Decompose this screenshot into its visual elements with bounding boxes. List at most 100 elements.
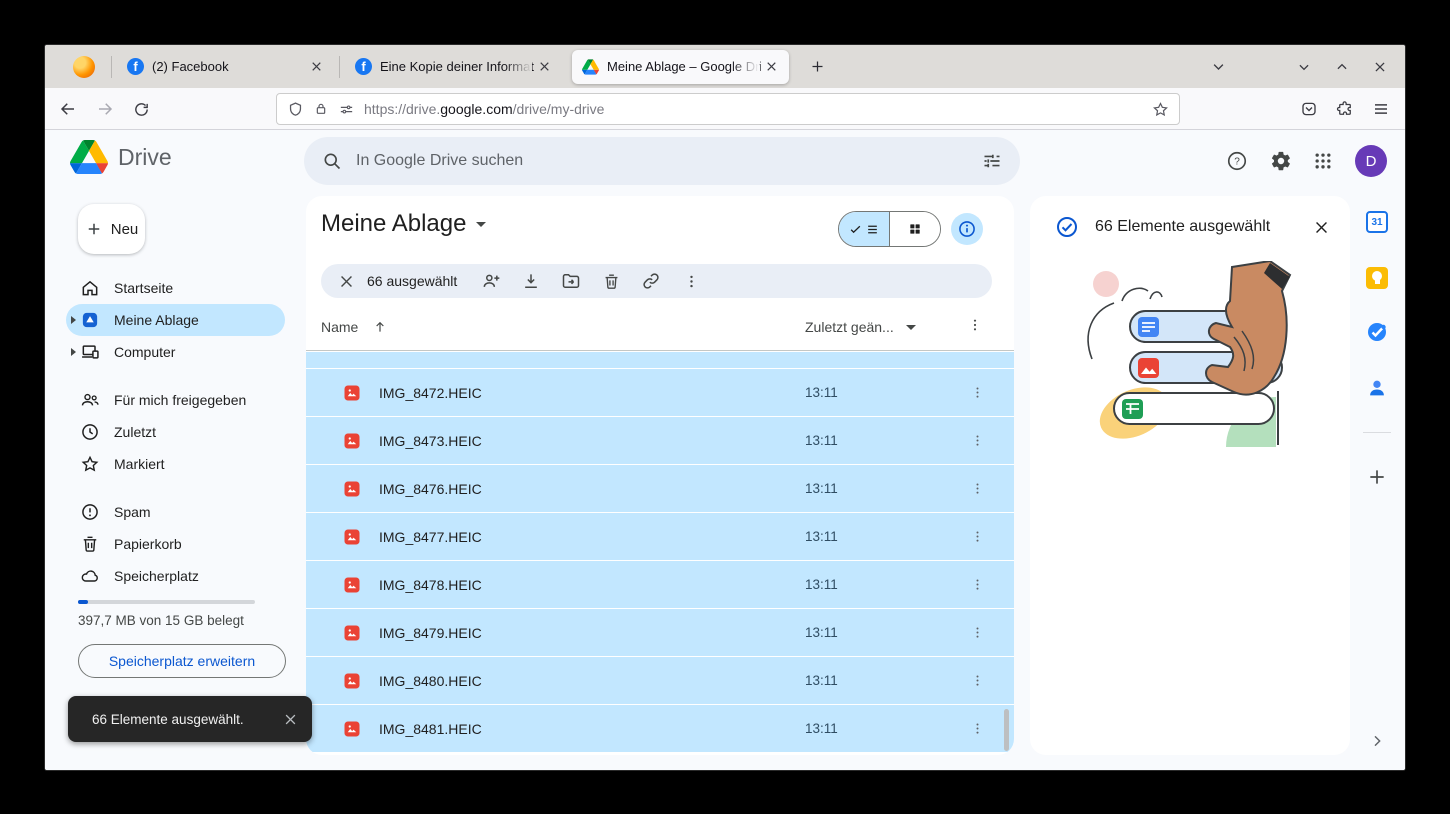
row-more-options-icon[interactable] [967,382,987,402]
share-add-person-icon[interactable] [471,266,511,296]
file-row[interactable]: IMG_8473.HEIC 13:11 [306,416,1014,464]
new-tab-button[interactable] [802,52,832,82]
move-to-folder-icon[interactable] [551,266,591,296]
close-tab-icon[interactable] [306,57,326,77]
column-name[interactable]: Name [321,319,358,335]
help-icon[interactable]: ? [1221,145,1253,177]
pocket-icon[interactable] [1295,95,1323,123]
tracking-shield-icon[interactable] [287,101,304,118]
search-icon[interactable] [322,151,342,171]
row-more-options-icon[interactable] [967,622,987,642]
lock-icon[interactable] [313,101,329,117]
file-row[interactable]: IMG_8478.HEIC 13:11 [306,560,1014,608]
close-window-icon[interactable] [1369,56,1391,78]
sidebar-item-fuer-mich-freigegeben[interactable]: Für mich freigegeben [66,384,285,416]
view-toggle [838,211,941,247]
list-scrollbar-thumb[interactable] [1004,709,1009,751]
column-settings-icon[interactable] [967,317,983,336]
sidebar-item-startseite[interactable]: Startseite [66,272,285,304]
copy-link-icon[interactable] [631,266,671,296]
url-bar[interactable]: https://drive.google.com/drive/my-drive [276,93,1180,125]
drive-search-bar[interactable] [304,137,1020,185]
sidebar-item-spam[interactable]: Spam [66,496,285,528]
firefox-icon[interactable] [73,56,95,78]
tab-separator [339,56,340,78]
file-row[interactable]: IMG_8481.HEIC 13:11 [306,704,1014,752]
add-addon-plus-icon[interactable] [1364,464,1390,490]
file-row[interactable]: IMG_8476.HEIC 13:11 [306,464,1014,512]
bookmark-star-icon[interactable] [1152,101,1169,118]
file-row[interactable]: IMG_8480.HEIC 13:11 [306,656,1014,704]
permissions-icon[interactable] [338,101,355,118]
drive-logo[interactable]: Drive [70,140,172,174]
list-all-tabs-icon[interactable] [1207,56,1229,78]
file-row[interactable]: IMG_8472.HEIC 13:11 [306,368,1014,416]
row-more-options-icon[interactable] [967,670,987,690]
back-icon[interactable] [54,95,82,123]
toast-close-icon[interactable] [283,712,298,727]
sidebar-item-markiert[interactable]: Markiert [66,448,285,480]
row-more-options-icon[interactable] [967,718,987,738]
row-more-options-icon[interactable] [967,478,987,498]
sidebar-item-papierkorb[interactable]: Papierkorb [66,528,285,560]
google-apps-grid-icon[interactable] [1307,145,1339,177]
sidebar-item-speicherplatz[interactable]: Speicherplatz [66,560,285,592]
expand-arrow-icon[interactable] [71,316,76,324]
row-more-options-icon[interactable] [967,574,987,594]
url-text[interactable]: https://drive.google.com/drive/my-drive [364,101,1143,117]
panel-close-icon[interactable] [1313,219,1330,236]
partial-selected-row [306,352,1014,368]
minimize-window-icon[interactable] [1293,56,1315,78]
tab-kopie-informationen[interactable]: f Eine Kopie deiner Informat [345,50,562,84]
tab-facebook[interactable]: f (2) Facebook [117,50,334,84]
home-icon [80,278,100,298]
selection-toast: 66 Elemente ausgewählt. [68,696,312,742]
extensions-puzzle-icon[interactable] [1331,95,1359,123]
image-file-icon [343,576,361,594]
page-title[interactable]: Meine Ablage [321,210,486,238]
sidebar-item-zuletzt[interactable]: Zuletzt [66,416,285,448]
close-tab-icon[interactable] [534,57,554,77]
list-view-button[interactable] [839,212,889,246]
search-options-icon[interactable] [982,151,1002,171]
selection-details-panel: 66 Elemente ausgewählt [1030,196,1350,755]
reload-icon[interactable] [127,95,155,123]
expand-storage-button[interactable]: Speicherplatz erweitern [78,644,286,678]
file-row[interactable]: IMG_8477.HEIC 13:11 [306,512,1014,560]
trash-icon [80,534,100,554]
google-tasks-icon[interactable] [1364,319,1390,345]
menu-hamburger-icon[interactable] [1367,95,1395,123]
hide-side-panel-chevron-icon[interactable] [1364,728,1390,754]
search-input[interactable] [356,152,968,170]
sidebar-item-meine-ablage[interactable]: Meine Ablage [66,304,285,336]
google-keep-icon[interactable] [1364,265,1390,291]
tab-drive-active[interactable]: Meine Ablage – Google Dri [572,50,789,84]
table-header: Name Zuletzt geän... [306,306,1014,351]
file-row[interactable]: IMG_8479.HEIC 13:11 [306,608,1014,656]
image-file-icon [343,432,361,450]
maximize-window-icon[interactable] [1331,56,1353,78]
star-icon [80,454,100,474]
settings-gear-icon[interactable] [1265,145,1297,177]
google-calendar-icon[interactable]: 31 [1364,209,1390,235]
clear-selection-icon[interactable] [331,266,361,296]
account-avatar[interactable]: D [1355,145,1387,177]
new-button[interactable]: Neu [78,204,145,254]
expand-arrow-icon[interactable] [71,348,76,356]
download-icon[interactable] [511,266,551,296]
delete-trash-icon[interactable] [591,266,631,296]
close-tab-icon[interactable] [761,57,781,77]
sidebar-item-computer[interactable]: Computer [66,336,285,368]
row-more-options-icon[interactable] [967,430,987,450]
grid-view-button[interactable] [890,212,940,246]
row-more-options-icon[interactable] [967,526,987,546]
google-contacts-icon[interactable] [1364,375,1390,401]
details-info-button[interactable] [951,213,983,245]
image-file-icon [343,528,361,546]
column-modified[interactable]: Zuletzt geän... [805,319,894,335]
forward-icon[interactable] [91,95,119,123]
rail-divider [1363,432,1391,433]
more-options-icon[interactable] [671,266,711,296]
cloud-icon [80,566,100,586]
sort-ascending-icon[interactable] [372,319,388,335]
